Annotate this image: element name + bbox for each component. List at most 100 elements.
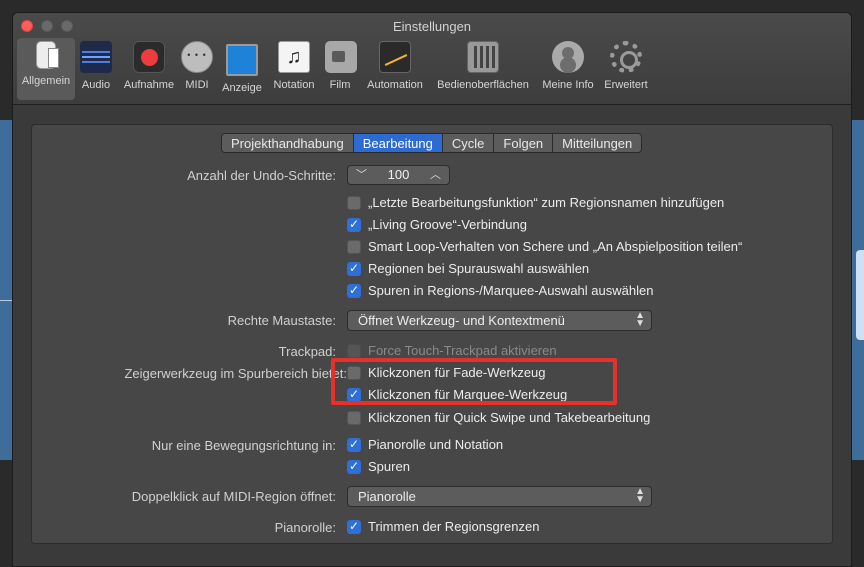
red-highlight-box bbox=[331, 358, 617, 405]
option-select-regions-on-track[interactable]: Regionen bei Spurauswahl auswählen bbox=[347, 261, 589, 276]
record-icon bbox=[133, 41, 165, 73]
option-row: Spuren in Regions-/Marquee-Auswahl auswä… bbox=[32, 281, 832, 303]
undo-steps-label: Anzahl der Undo-Schritte: bbox=[187, 168, 336, 183]
checkbox-label: Trimmen der Regionsgrenzen bbox=[368, 519, 540, 534]
checkbox-checked[interactable] bbox=[347, 217, 361, 232]
checkbox-label: „Letzte Bearbeitungsfunktion“ zum Region… bbox=[368, 195, 725, 210]
tab-bearbeitung[interactable]: Bearbeitung bbox=[353, 134, 443, 152]
preferences-toolbar: Allgemein Audio Aufnahme MIDI Anzeige ♫ … bbox=[13, 38, 851, 100]
double-click-label: Doppelklick auf MIDI-Region öffnet: bbox=[131, 489, 336, 504]
toolbar-item-midi[interactable]: MIDI bbox=[181, 38, 213, 91]
double-click-select[interactable]: Pianorolle ▲ ▼ bbox=[347, 486, 652, 507]
pianoroll-row: Pianorolle: Trimmen der Regionsgrenzen bbox=[32, 517, 832, 539]
direction-row: Spuren bbox=[32, 457, 832, 479]
direction-row: Nur eine Bewegungsrichtung in: Pianoroll… bbox=[32, 435, 832, 457]
tab-cycle[interactable]: Cycle bbox=[443, 134, 495, 152]
tab-mitteilungen[interactable]: Mitteilungen bbox=[553, 134, 641, 152]
toolbar-item-audio[interactable]: Audio bbox=[77, 38, 115, 91]
checkbox-label: Smart Loop-Verhalten von Schere und „An … bbox=[368, 239, 743, 254]
toolbar-item-aufnahme[interactable]: Aufnahme bbox=[117, 38, 181, 91]
checkbox-label: „Living Groove“-Verbindung bbox=[368, 217, 527, 232]
music-note-icon: ♫ bbox=[278, 41, 310, 73]
right-mouse-row: Rechte Maustaste: Öffnet Werkzeug- und K… bbox=[32, 310, 832, 332]
select-arrows-icon: ▲ ▼ bbox=[635, 486, 645, 505]
pointer-tool-row: Klickzonen für Quick Swipe und Takebearb… bbox=[32, 408, 832, 430]
option-living-groove[interactable]: „Living Groove“-Verbindung bbox=[347, 217, 527, 232]
option-force-touch: Force Touch-Trackpad aktivieren bbox=[347, 343, 557, 358]
checkbox-unchecked[interactable] bbox=[347, 410, 361, 425]
automation-curve-icon bbox=[379, 41, 411, 73]
option-last-edit-function[interactable]: „Letzte Bearbeitungsfunktion“ zum Region… bbox=[347, 195, 724, 210]
midi-connector-icon bbox=[181, 41, 213, 73]
checkbox-disabled bbox=[347, 343, 361, 358]
option-trim-region-borders[interactable]: Trimmen der Regionsgrenzen bbox=[347, 519, 539, 534]
background-waveform bbox=[856, 250, 864, 340]
toolbar-label: Meine Info bbox=[542, 79, 594, 91]
settings-panel: Projekthandhabung Bearbeitung Cycle Folg… bbox=[31, 124, 833, 544]
right-mouse-label: Rechte Maustaste: bbox=[227, 313, 336, 328]
option-quick-swipe-click-zones[interactable]: Klickzonen für Quick Swipe und Takebearb… bbox=[347, 410, 650, 425]
pointer-tool-label: Zeigerwerkzeug im Spurbereich bietet: bbox=[124, 366, 347, 381]
option-direction-pianoroll[interactable]: Pianorolle und Notation bbox=[347, 437, 503, 452]
double-click-value: Pianorolle bbox=[358, 489, 416, 504]
toolbar-label: Bedienoberflächen bbox=[437, 79, 529, 91]
option-select-tracks-in-marquee[interactable]: Spuren in Regions-/Marquee-Auswahl auswä… bbox=[347, 283, 653, 298]
option-smart-loop[interactable]: Smart Loop-Verhalten von Schere und „An … bbox=[347, 239, 742, 254]
display-icon bbox=[226, 44, 258, 76]
toolbar-item-meine-info[interactable]: Meine Info bbox=[537, 38, 599, 91]
title-bar: Einstellungen Allgemein Audio Aufnahme M… bbox=[13, 13, 851, 105]
option-direction-tracks[interactable]: Spuren bbox=[347, 459, 410, 474]
checkbox-label: Force Touch-Trackpad aktivieren bbox=[368, 343, 557, 358]
window-title: Einstellungen bbox=[392, 19, 472, 34]
checkbox-label: Klickzonen für Quick Swipe und Takebearb… bbox=[368, 410, 651, 425]
pianoroll-label: Pianorolle: bbox=[274, 520, 336, 535]
toolbar-item-automation[interactable]: Automation bbox=[363, 38, 427, 91]
option-row: „Living Groove“-Verbindung bbox=[32, 215, 832, 237]
checkbox-label: Pianorolle und Notation bbox=[368, 437, 504, 452]
audio-waveform-icon bbox=[80, 41, 112, 73]
trackpad-label: Trackpad: bbox=[278, 344, 336, 359]
checkbox-checked[interactable] bbox=[347, 437, 361, 452]
toolbar-item-notation[interactable]: ♫ Notation bbox=[269, 38, 319, 91]
toolbar-label: Allgemein bbox=[21, 75, 71, 87]
toolbar-label: Erweitert bbox=[604, 79, 648, 91]
preferences-window: Einstellungen Allgemein Audio Aufnahme M… bbox=[12, 12, 852, 567]
checkbox-label: Regionen bei Spurauswahl auswählen bbox=[368, 261, 590, 276]
select-arrows-icon: ▲ ▼ bbox=[635, 310, 645, 329]
option-row: Smart Loop-Verhalten von Schere und „An … bbox=[32, 237, 832, 259]
toolbar-item-allgemein[interactable]: Allgemein bbox=[17, 38, 75, 100]
right-mouse-select[interactable]: Öffnet Werkzeug- und Kontextmenü ▲ ▼ bbox=[347, 310, 652, 331]
checkbox-unchecked[interactable] bbox=[347, 239, 361, 254]
toolbar-label: Film bbox=[329, 79, 351, 91]
toolbar-item-bedienoberflaechen[interactable]: Bedienoberflächen bbox=[431, 38, 535, 91]
undo-steps-row: Anzahl der Undo-Schritte: ﹀ 100 ︿ bbox=[32, 165, 832, 187]
double-click-row: Doppelklick auf MIDI-Region öffnet: Pian… bbox=[32, 486, 832, 508]
background-line bbox=[0, 300, 12, 301]
right-mouse-value: Öffnet Werkzeug- und Kontextmenü bbox=[358, 313, 565, 328]
tab-folgen[interactable]: Folgen bbox=[494, 134, 554, 152]
checkbox-label: Spuren in Regions-/Marquee-Auswahl auswä… bbox=[368, 283, 654, 298]
toolbar-item-anzeige[interactable]: Anzeige bbox=[217, 38, 267, 94]
user-account-icon bbox=[552, 41, 584, 73]
checkbox-unchecked[interactable] bbox=[347, 195, 361, 210]
checkbox-checked[interactable] bbox=[347, 283, 361, 298]
tab-projekthandhabung[interactable]: Projekthandhabung bbox=[222, 134, 354, 152]
checkbox-checked[interactable] bbox=[347, 459, 361, 474]
toolbar-label: Automation bbox=[367, 79, 423, 91]
toolbar-label: MIDI bbox=[185, 79, 209, 91]
undo-steps-stepper[interactable]: ﹀ 100 ︿ bbox=[347, 165, 450, 185]
checkbox-label: Spuren bbox=[368, 459, 410, 474]
toolbar-label: Audio bbox=[81, 79, 111, 91]
tab-bar: Projekthandhabung Bearbeitung Cycle Folg… bbox=[221, 133, 643, 153]
chevron-up-icon[interactable]: ︿ bbox=[430, 166, 441, 184]
general-icon bbox=[36, 41, 59, 69]
option-row: „Letzte Bearbeitungsfunktion“ zum Region… bbox=[32, 193, 832, 215]
toolbar-label: Notation bbox=[273, 79, 315, 91]
toolbar-item-erweitert[interactable]: Erweitert bbox=[599, 38, 653, 91]
preferences-content: Projekthandhabung Bearbeitung Cycle Folg… bbox=[13, 106, 851, 566]
toolbar-label: Aufnahme bbox=[123, 79, 175, 91]
checkbox-checked[interactable] bbox=[347, 519, 361, 534]
direction-label: Nur eine Bewegungsrichtung in: bbox=[151, 438, 336, 453]
checkbox-checked[interactable] bbox=[347, 261, 361, 276]
toolbar-item-film[interactable]: Film bbox=[325, 38, 357, 91]
